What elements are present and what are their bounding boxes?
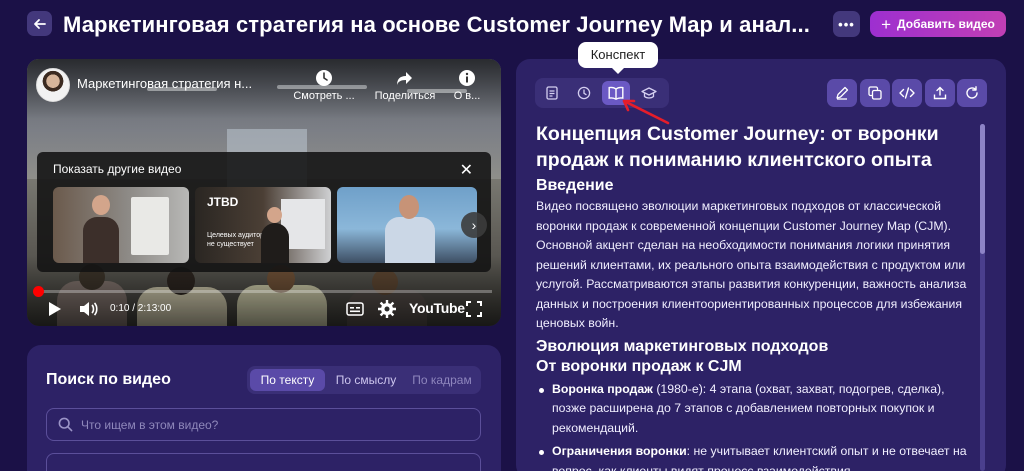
thumbnail-title: JTBD (207, 195, 239, 209)
suggested-video-thumbnail[interactable]: JTBD Целевых аудиторий не существует (195, 187, 331, 263)
summary-content: Концепция Customer Journey: от воронки п… (536, 121, 972, 471)
add-video-button[interactable]: + Добавить видео (870, 11, 1006, 37)
evolution-heading: Эволюция маркетинговых подходов (536, 337, 829, 355)
progress-bar[interactable] (38, 290, 492, 293)
clock-icon (577, 86, 591, 100)
tab-timecodes[interactable] (570, 81, 598, 105)
export-button[interactable] (925, 79, 955, 107)
copy-button[interactable] (860, 79, 890, 107)
bullet-term: Воронка продаж (552, 381, 653, 396)
about-button[interactable]: О в... (441, 68, 493, 102)
funnel-heading: От воронки продаж к CJM (536, 357, 742, 375)
volume-icon[interactable] (79, 300, 99, 318)
more-options-button[interactable]: ••• (833, 11, 860, 37)
close-icon[interactable]: ✕ (460, 160, 473, 180)
person-face (267, 207, 282, 223)
document-icon (546, 86, 558, 100)
watch-later-button[interactable]: Смотреть ... (288, 68, 360, 102)
clock-icon (316, 70, 332, 86)
person-figure (83, 217, 119, 263)
bullet-term: Ограничения воронки (552, 444, 687, 458)
refresh-icon (966, 86, 978, 99)
plus-icon: + (881, 14, 892, 34)
video-search-card: Поиск по видео По тексту По смыслу По ка… (27, 345, 501, 471)
regenerate-button[interactable] (957, 79, 987, 107)
scrollbar-thumb[interactable] (980, 124, 985, 254)
summary-title: Концепция Customer Journey: от воронки п… (536, 123, 939, 171)
settings-gear-icon[interactable] (378, 300, 396, 318)
suggested-video-thumbnail[interactable] (53, 187, 189, 263)
share-button[interactable]: Поделиться (369, 68, 441, 102)
intro-heading: Введение (536, 177, 614, 194)
suggested-video-thumbnail[interactable] (337, 187, 477, 263)
edit-button[interactable] (827, 79, 857, 107)
export-icon (933, 86, 947, 100)
pencil-icon (836, 86, 849, 100)
chevron-right-icon[interactable]: › (461, 212, 487, 238)
more-videos-title: Показать другие видео (53, 162, 182, 176)
search-title: Поиск по видео (46, 371, 171, 388)
list-item: Ограничения воронки: не учитывает клиент… (536, 442, 972, 471)
about-label: О в... (453, 90, 481, 102)
add-video-label: Добавить видео (897, 17, 995, 31)
search-input[interactable] (81, 415, 461, 435)
more-videos-panel: Показать другие видео ✕ JTBD Целевых ауд… (37, 152, 491, 272)
video-title[interactable]: Маркетинговая стратегия н... (77, 76, 282, 91)
person-face (399, 195, 419, 219)
fullscreen-icon[interactable] (466, 301, 482, 317)
list-item: Воронка продаж (1980-е): 4 этапа (охват,… (536, 380, 972, 439)
bullet-list: Воронка продаж (1980-е): 4 этапа (охват,… (536, 380, 972, 471)
top-bar: Маркетинговая стратегия на основе Custom… (0, 0, 1024, 50)
share-icon (397, 72, 412, 85)
info-icon (459, 70, 475, 86)
subtitles-icon[interactable] (346, 302, 364, 316)
channel-avatar[interactable] (36, 68, 70, 102)
share-label: Поделиться (374, 90, 436, 102)
copy-icon (868, 86, 882, 100)
time-display: 0:10 / 2:13:00 (110, 303, 172, 314)
progress-scrubber[interactable] (33, 286, 44, 297)
tab-transcript[interactable] (538, 81, 566, 105)
person-figure (385, 217, 435, 263)
page-title: Маркетинговая стратегия на основе Custom… (63, 12, 810, 37)
watch-later-label: Смотреть ... (293, 90, 355, 102)
summary-tooltip: Конспект (578, 42, 658, 74)
flipchart (131, 197, 169, 255)
back-button[interactable] (27, 11, 52, 36)
secondary-field[interactable] (46, 453, 481, 471)
search-icon (58, 417, 73, 432)
intro-paragraph: Видео посвящено эволюции маркетинговых п… (536, 199, 967, 330)
embed-code-button[interactable] (892, 79, 922, 107)
search-mode-frames[interactable]: По кадрам (405, 369, 479, 391)
play-icon[interactable] (46, 300, 64, 318)
search-mode-switch: По тексту По смыслу По кадрам (247, 366, 481, 394)
search-mode-text[interactable]: По тексту (250, 369, 325, 391)
person-figure (261, 223, 289, 263)
search-mode-meaning[interactable]: По смыслу (329, 369, 403, 391)
person-face (92, 195, 110, 215)
youtube-logo[interactable]: YouTube (409, 300, 465, 316)
arrow-left-icon (33, 18, 46, 29)
search-field[interactable] (46, 408, 481, 441)
code-icon (899, 87, 915, 99)
